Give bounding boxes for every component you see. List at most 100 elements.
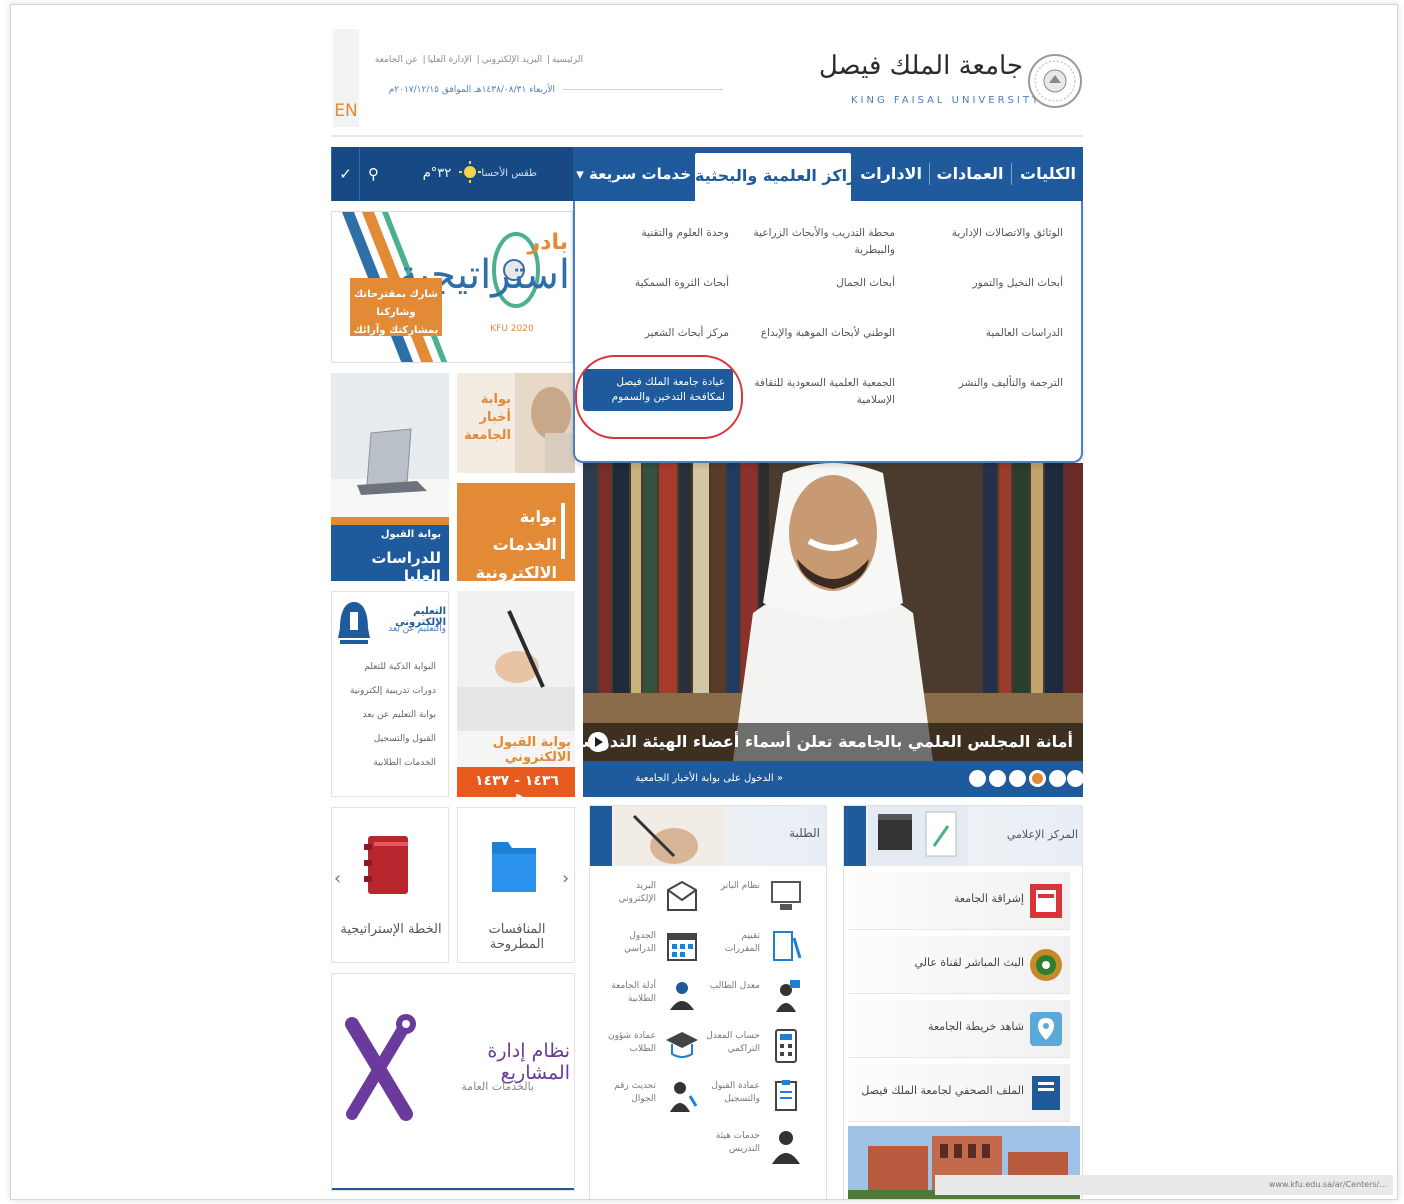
slider-dot[interactable] [969,770,986,787]
elearning-link[interactable]: البوابة الذكية للتعلم [336,662,436,672]
students-panel-tab[interactable] [590,806,612,866]
top-link-email[interactable]: البريد الإلكتروني [482,55,542,65]
top-link-home[interactable]: الرئيسية [552,55,583,65]
nav-item-research-centers[interactable]: المراكز العلمية والبحثية [695,153,879,201]
writing-hand-graphic [457,591,575,731]
play-icon[interactable] [587,731,609,753]
logo-english-text[interactable]: KING FAISAL UNIVERSITY [851,95,1038,106]
media-item-label: شاهد خريطة الجامعة [928,1020,1024,1033]
menu-item[interactable]: الدراسات العالمية [913,325,1063,342]
projects-subtitle: بالخدمات العامة [461,1080,534,1093]
service-label: تقييم المقررات [724,931,760,954]
media-center-panel: المركز الإعلامي إشراقة الجامعة البث المب… [843,805,1083,1199]
menu-item[interactable]: مركز أبحاث الشعير [579,325,729,342]
eservices-label: بوابة الخدمات الالكترونية [475,507,557,581]
laptop-icon [331,373,449,523]
slider-dot-active[interactable] [1029,770,1046,787]
service-link[interactable]: عمادة شؤون الطلاب [604,1028,700,1072]
service-link[interactable]: عمادة القبول والتسجيل [708,1078,804,1122]
top-link-about[interactable]: عن الجامعة [375,55,418,65]
news-slider[interactable]: أمانة المجلس العلمي بالجامعة تعلن أسماء … [583,463,1083,797]
browser-frame: EN الرئيسية| البريد الإلكتروني| الإدارة … [10,4,1398,1200]
nav-separator [929,163,930,185]
menu-item[interactable]: محطة التدريب والأبحاث الزراعية والبيطرية [745,225,895,259]
menu-item[interactable]: وحدة العلوم والتقنية [579,225,729,242]
nav-item-colleges[interactable]: الكليات [1017,147,1079,201]
admission-portal-tile[interactable]: بوابة القبول الالكتروني ١٤٣٦ - ١٤٣٧ هـ [457,591,575,797]
grad-admission-tile[interactable]: بوابة القبول للدراسات العليا [331,373,449,581]
slider-dot[interactable] [989,770,1006,787]
elearning-link[interactable]: القبول والتسجيل [336,734,436,744]
menu-item[interactable]: أبحاث النخيل والتمور [913,275,1063,292]
chevron-right-icon[interactable]: › [562,868,572,898]
elearning-link[interactable]: الخدمات الطلابية [336,758,436,768]
date-gregorian: الموافق ٢٠١٧/١٢/١٥م [388,85,472,95]
service-link[interactable]: أدلة الجامعة الطلابية [604,978,700,1022]
strategy-banner[interactable]: بادر استراتيجية KFU 2020 شارك بمقترحاتك … [331,211,573,363]
media-item[interactable]: شاهد خريطة الجامعة [848,1000,1070,1058]
header-date: الأربعاء ١٤٣٨/٠٨/٣١هـ الموافق ٢٠١٧/١٢/١٥… [375,85,555,95]
elearning-subtitle: والتعليم عن بعد [388,624,446,634]
language-switch-en[interactable]: EN [333,29,359,127]
sun-icon [459,161,481,183]
tenders-label: المنافسات المطروحة [488,922,546,952]
nav-separator [1011,163,1012,185]
tenders-tile[interactable]: › المنافسات المطروحة [457,807,575,963]
media-item[interactable]: إشراقة الجامعة [848,872,1070,930]
nav-item-departments[interactable]: الادارات [859,147,923,201]
university-seal-icon[interactable] [1027,31,1083,125]
main-nav: ✓ ⚲ ٣٢°م طقس الأحساء خدمات سريعة ▾ المرا… [331,147,1083,201]
service-link[interactable]: خدمات هيئة التدريس [708,1128,804,1172]
news-archive-link[interactable]: « الدخول على بوابة الأخبار الجامعية [635,761,783,797]
chevron-left-icon[interactable]: ‹ [334,868,344,898]
header-rule [331,135,1083,137]
media-item[interactable]: البث المباشر لقناة عالي [848,936,1070,994]
slider-dot[interactable] [1067,770,1083,787]
nav-item-deanships[interactable]: العمادات [935,147,1005,201]
search-icon[interactable]: ⚲ [359,147,387,201]
logo-arabic-text[interactable]: جامعة الملك فيصل [819,51,1023,81]
weather-city: طقس الأحساء [481,168,537,179]
slider-photo [583,463,1083,761]
eservices-tile[interactable]: بوابة الخدمات الالكترونية [457,483,575,581]
menu-item[interactable]: الوطني لأبحاث الموهبة والإبداع [745,325,895,342]
menu-item[interactable]: أبحاث الثروة السمكية [579,275,729,292]
service-link[interactable]: تحديث رقم الجوال [604,1078,700,1122]
slider-caption[interactable]: أمانة المجلس العلمي بالجامعة تعلن أسماء … [583,723,1083,761]
media-panel-tab[interactable] [844,806,866,866]
menu-item[interactable]: الجمعية العلمية السعودية للثقافة الإسلام… [745,375,895,409]
caret-down-icon: ▾ [576,165,584,183]
strategic-plan-tile[interactable]: ‹ الخطة الإستراتيجية [331,807,449,963]
elearning-link[interactable]: دورات تدريبية إلكترونية [336,686,436,696]
media-item[interactable]: الملف الصحفي لجامعة الملك فيصل [848,1064,1070,1122]
top-link-management[interactable]: الإدارة العليا [428,55,472,65]
service-link[interactable]: معدل الطالب [708,978,804,1022]
menu-item[interactable]: الوثائق والاتصالات الإدارية [913,225,1063,242]
media-item-label: البث المباشر لقناة عالي [914,956,1024,969]
service-link[interactable]: الجدول الدراسي [604,928,700,972]
service-link[interactable]: تقييم المقررات [708,928,804,972]
menu-item[interactable]: أبحاث الجمال [745,275,895,292]
slider-dot[interactable] [1009,770,1026,787]
quick-services-menu[interactable]: خدمات سريعة ▾ [576,147,691,201]
guide-user-icon [670,982,694,1010]
service-link[interactable]: حساب المعدل التراكمي [706,1028,804,1072]
date-hijri: ١٤٣٨/٠٨/٣١هـ [474,85,527,95]
slider-dot[interactable] [1049,770,1066,787]
folder-icon [492,842,536,892]
elearning-link[interactable]: بوابة التعليم عن بعد [336,710,436,720]
admission-portal-label: بوابة القبول الالكتروني [492,735,571,765]
service-link[interactable]: البريد الإلكتروني [604,878,700,922]
book-icon [364,836,408,894]
student-icon [776,980,800,1012]
menu-item[interactable]: الترجمة والتأليف والنشر [913,375,1063,392]
header-divider [563,89,723,90]
research-centers-dropdown: الوثائق والاتصالات الإدارية أبحاث النخيل… [573,201,1083,463]
clipboard-icon [775,1080,797,1111]
tools-icon [345,1014,416,1121]
check-icon[interactable]: ✓ [331,147,359,201]
phone-user-icon [670,1082,698,1112]
service-link[interactable]: نظام البانر [708,878,804,922]
news-portal-tile[interactable]: بوابة أخبار الجامعة [457,373,575,473]
projects-system-tile[interactable]: نظام إدارة المشاريع بالخدمات العامة [331,973,575,1191]
